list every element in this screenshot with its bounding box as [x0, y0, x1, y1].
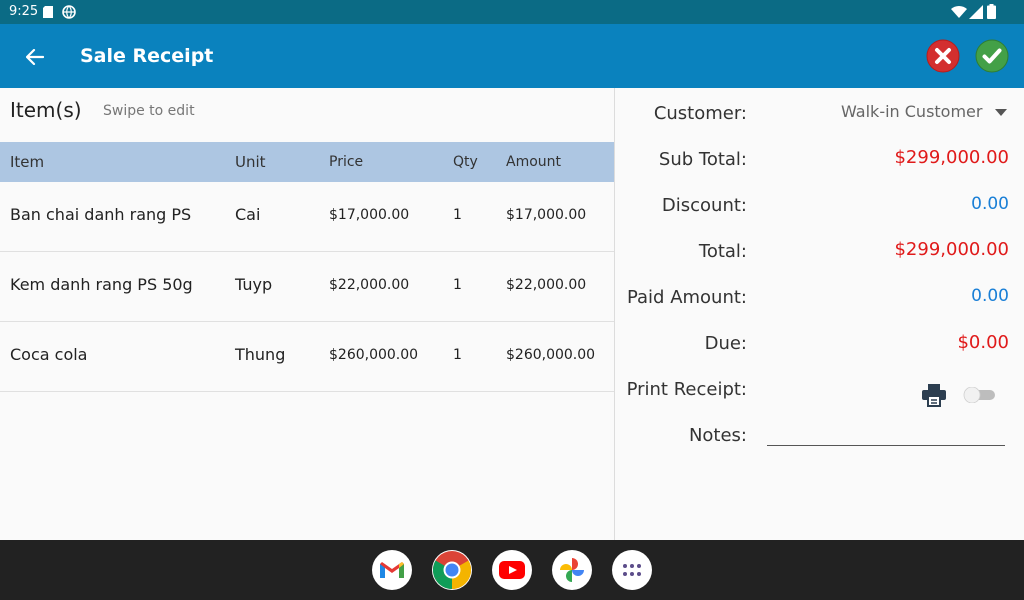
cell-unit: Tuyp	[235, 275, 273, 294]
sd-card-icon	[43, 6, 53, 18]
column-header-qty: Qty	[453, 154, 478, 170]
notes-input[interactable]	[767, 445, 1005, 446]
due-label: Due:	[704, 333, 747, 354]
paid-amount-value[interactable]: 0.00	[971, 286, 1009, 306]
vpn-globe-icon	[62, 5, 76, 19]
cell-amount: $22,000.00	[506, 277, 587, 293]
customer-label: Customer:	[653, 103, 747, 124]
cell-unit: Cai	[235, 205, 261, 224]
paid-amount-label: Paid Amount:	[626, 287, 747, 308]
cancel-button[interactable]	[926, 39, 960, 73]
cell-unit: Thung	[235, 345, 286, 364]
page-title: Sale Receipt	[80, 45, 214, 67]
print-receipt-label: Print Receipt:	[626, 379, 747, 400]
customer-select[interactable]: Walk-in Customer	[841, 102, 982, 121]
cell-qty: 1	[453, 347, 462, 363]
items-panel: Item(s) Swipe to edit Item Unit Price Qt…	[0, 88, 614, 540]
photos-icon[interactable]	[552, 550, 592, 590]
subtotal-label: Sub Total:	[658, 149, 747, 170]
app-drawer-icon[interactable]	[612, 550, 652, 590]
app-bar: Sale Receipt	[0, 24, 1024, 88]
nav-bar	[0, 540, 1024, 600]
summary-panel: Customer: Walk-in Customer Sub Total: $2…	[615, 88, 1024, 540]
cell-qty: 1	[453, 207, 462, 223]
cell-price: $260,000.00	[329, 347, 419, 363]
wifi-icon	[951, 5, 967, 19]
column-header-item: Item	[10, 153, 45, 171]
status-time: 9:25	[9, 4, 39, 19]
status-bar: 9:25	[0, 0, 1024, 24]
table-row[interactable]: Coca cola Thung $260,000.00 1 $260,000.0…	[0, 322, 614, 392]
due-value: $0.00	[957, 332, 1009, 353]
signal-icon	[969, 5, 983, 19]
cell-price: $17,000.00	[329, 207, 410, 223]
youtube-icon[interactable]	[492, 550, 532, 590]
arrow-left-icon	[26, 49, 44, 65]
subtotal-value: $299,000.00	[894, 147, 1009, 168]
confirm-button[interactable]	[975, 39, 1009, 73]
cell-amount: $260,000.00	[506, 347, 596, 363]
table-header: Item Unit Price Qty Amount	[0, 142, 614, 182]
cell-item: Ban chai danh rang PS	[10, 205, 192, 224]
swipe-hint: Swipe to edit	[103, 103, 195, 119]
discount-value[interactable]: 0.00	[971, 194, 1009, 214]
cell-item: Coca cola	[10, 345, 88, 364]
print-receipt-toggle[interactable]	[963, 387, 997, 403]
cell-item: Kem danh rang PS 50g	[10, 275, 193, 294]
column-header-unit: Unit	[235, 153, 266, 171]
table-row[interactable]: Ban chai danh rang PS Cai $17,000.00 1 $…	[0, 182, 614, 252]
total-label: Total:	[698, 241, 747, 262]
column-header-amount: Amount	[506, 154, 562, 170]
cell-price: $22,000.00	[329, 277, 410, 293]
chrome-icon[interactable]	[432, 550, 472, 590]
gmail-icon[interactable]	[372, 550, 412, 590]
total-value: $299,000.00	[894, 239, 1009, 260]
table-row[interactable]: Kem danh rang PS 50g Tuyp $22,000.00 1 $…	[0, 252, 614, 322]
cell-amount: $17,000.00	[506, 207, 587, 223]
cell-qty: 1	[453, 277, 462, 293]
items-heading: Item(s)	[10, 98, 82, 122]
caret-down-icon[interactable]	[995, 109, 1007, 117]
notes-label: Notes:	[688, 425, 747, 446]
back-button[interactable]	[20, 42, 50, 72]
column-header-price: Price	[329, 154, 364, 170]
printer-icon	[922, 384, 946, 407]
discount-label: Discount:	[661, 195, 747, 216]
battery-icon	[987, 4, 996, 19]
